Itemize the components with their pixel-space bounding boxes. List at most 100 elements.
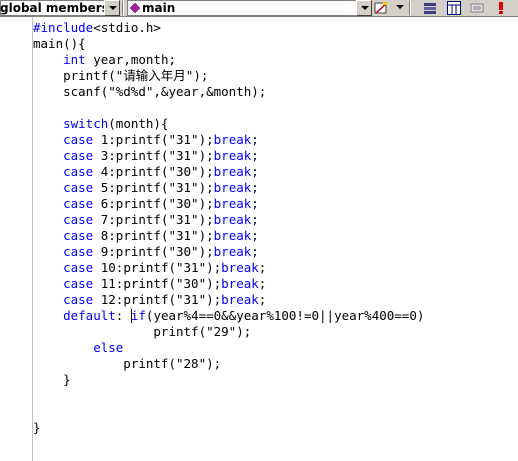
code-line[interactable]: case 6:printf("30");break;	[33, 196, 424, 212]
code-line[interactable]: case 7:printf("31");break;	[33, 212, 424, 228]
code-keyword: break	[221, 260, 259, 275]
go-to-definition-icon[interactable]	[423, 1, 437, 15]
code-text: ;	[251, 244, 259, 259]
code-line[interactable]: int year,month;	[33, 52, 424, 68]
code-keyword: case	[63, 244, 94, 259]
code-line[interactable]: case 1:printf("31");break;	[33, 132, 424, 148]
code-line[interactable]	[33, 404, 424, 420]
function-dropdown-button[interactable]	[356, 0, 372, 16]
code-line[interactable]	[33, 100, 424, 116]
code-line[interactable]: }	[33, 372, 424, 388]
code-text: (year%4==0&&year%100!=0||year%400==0)	[145, 308, 425, 323]
scope-combo-value: global members	[0, 1, 109, 15]
code-text: 11:printf("30");	[93, 276, 222, 291]
code-editor[interactable]: #include<stdio.h> main(){ int year,month;…	[33, 20, 424, 436]
toolbar-separator	[409, 1, 411, 15]
code-keyword: break	[213, 228, 252, 243]
class-wizard-icon[interactable]	[374, 1, 388, 15]
code-text: scanf("%d%d",&year,&month);	[33, 84, 267, 99]
code-keyword: break	[213, 196, 252, 211]
code-text: (month){	[108, 116, 169, 131]
code-text: printf("29");	[33, 324, 252, 339]
list-members-icon[interactable]	[470, 1, 484, 15]
code-line[interactable]: else	[33, 340, 424, 356]
editor-gutter	[0, 17, 33, 461]
code-text: 5:printf("31");	[93, 180, 214, 195]
code-keyword: break	[221, 292, 259, 307]
code-text: ;	[258, 292, 267, 307]
code-line[interactable]: printf("28");	[33, 356, 424, 372]
diamond-icon	[130, 3, 140, 13]
code-line[interactable]: case 9:printf("30");break;	[33, 244, 424, 260]
code-keyword: break	[213, 212, 252, 227]
code-keyword: if	[130, 308, 146, 323]
code-keyword: case	[63, 212, 94, 227]
code-text: 1:printf("31");	[93, 132, 214, 147]
code-text: ;	[251, 148, 259, 163]
code-keyword: case	[63, 260, 94, 275]
code-text: ;	[258, 260, 267, 275]
code-keyword: break	[213, 164, 252, 179]
code-line[interactable]: case 10:printf("31");break;	[33, 260, 424, 276]
code-keyword: case	[63, 164, 94, 179]
code-text: 10:printf("31");	[93, 260, 222, 275]
code-line[interactable]: #include<stdio.h>	[33, 20, 424, 36]
code-line[interactable]: case 11:printf("30");break;	[33, 276, 424, 292]
code-text: printf("28");	[33, 356, 222, 371]
code-keyword: else	[93, 340, 124, 355]
code-line[interactable]: }	[33, 420, 424, 436]
function-combo[interactable]: main	[127, 0, 356, 16]
code-text: 4:printf("30");	[93, 164, 214, 179]
code-keyword: break	[213, 180, 252, 195]
code-line[interactable]: switch(month){	[33, 116, 424, 132]
scope-dropdown-button[interactable]	[104, 0, 120, 16]
code-text: <stdio.h>	[93, 20, 161, 35]
code-line[interactable]: case 4:printf("30");break;	[33, 164, 424, 180]
code-text: ;	[251, 212, 259, 227]
scope-combo[interactable]: global members	[0, 0, 109, 16]
code-line[interactable]: printf("29");	[33, 324, 424, 340]
code-text: year,month;	[85, 52, 176, 67]
code-line[interactable]: printf("请输入年月");	[33, 68, 424, 84]
code-line[interactable]: case 5:printf("31");break;	[33, 180, 424, 196]
code-text: ;	[251, 164, 259, 179]
code-keyword: break	[221, 276, 259, 291]
code-text: main(){	[33, 36, 86, 51]
code-line[interactable]: default: if (year%4==0&&year%100!=0||year…	[33, 308, 424, 324]
code-keyword: default	[63, 308, 116, 323]
code-line[interactable]: scanf("%d%d",&year,&month);	[33, 84, 424, 100]
wizard-dropdown-button[interactable]	[392, 0, 405, 16]
code-keyword: case	[63, 228, 94, 243]
code-text: 3:printf("31");	[93, 148, 214, 163]
code-line[interactable]: case 3:printf("31");break;	[33, 148, 424, 164]
breakpoint-icon[interactable]	[494, 1, 508, 15]
code-text: ;	[251, 196, 259, 211]
code-line[interactable]: main(){	[33, 36, 424, 52]
code-keyword: case	[63, 148, 94, 163]
code-keyword: break	[213, 244, 252, 259]
code-keyword: break	[213, 148, 252, 163]
toolbar-separator	[122, 1, 124, 15]
code-keyword: case	[63, 180, 94, 195]
properties-icon[interactable]	[447, 1, 461, 15]
code-text: ;	[251, 228, 259, 243]
code-text: ;	[251, 132, 259, 147]
code-keyword: int	[63, 52, 86, 67]
code-line[interactable]: case 8:printf("31");break;	[33, 228, 424, 244]
function-combo-value: main	[142, 1, 176, 15]
code-keyword: case	[63, 292, 94, 307]
code-text: ;	[251, 180, 259, 195]
code-line[interactable]: case 12:printf("31");break;	[33, 292, 424, 308]
code-line[interactable]	[33, 388, 424, 404]
